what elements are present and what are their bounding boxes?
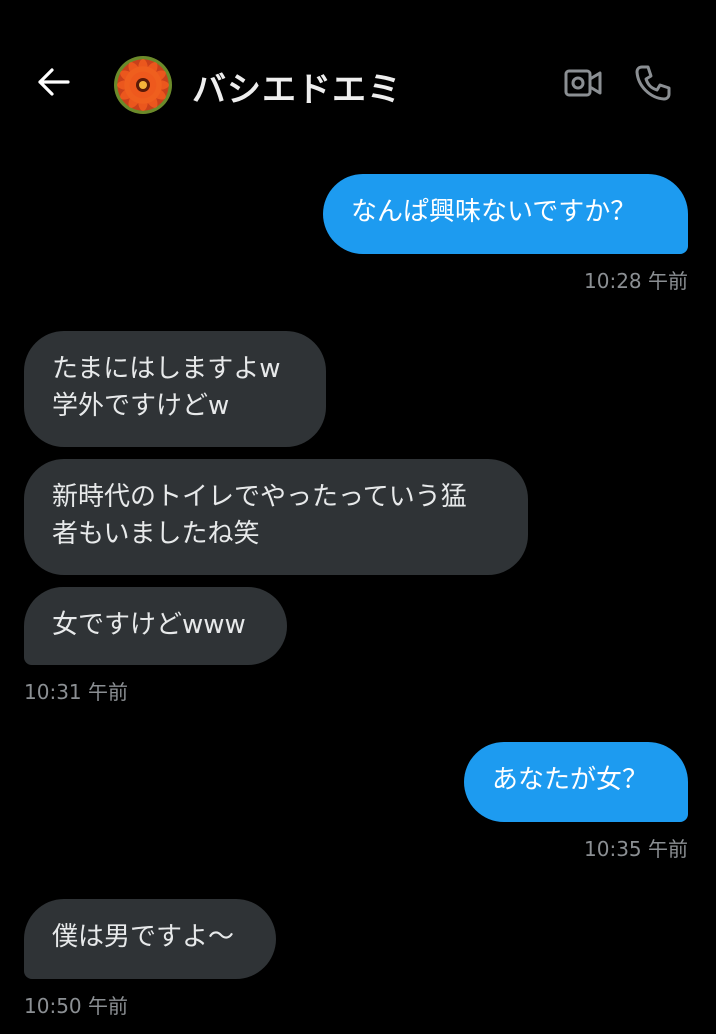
voice-call-button[interactable] [632, 62, 674, 104]
message-timestamp: 10:50 午前 [24, 994, 128, 1018]
message-timestamp: 10:31 午前 [24, 680, 128, 704]
message-bubble-sent[interactable]: なんぱ興味ないですか？ [323, 174, 688, 254]
avatar[interactable] [114, 56, 172, 114]
phone-icon [635, 65, 671, 101]
message-bubble-sent[interactable]: あなたが女？ [464, 742, 688, 822]
message-bubble-received[interactable]: たまにはしますよw 学外ですけどw [24, 331, 326, 447]
message-timestamp: 10:28 午前 [584, 269, 688, 293]
message-bubble-received[interactable]: 新時代のトイレでやったっていう猛 者もいましたね笑 [24, 459, 528, 575]
flower-avatar-image [117, 59, 169, 111]
video-call-button[interactable] [562, 62, 604, 104]
chat-header: バシエドエミ [0, 0, 716, 170]
contact-name[interactable]: バシエドエミ [192, 62, 402, 111]
back-button[interactable] [34, 62, 74, 102]
message-bubble-received[interactable]: 女ですけどwww [24, 587, 287, 665]
video-call-icon [564, 69, 602, 97]
message-timestamp: 10:35 午前 [584, 837, 688, 861]
back-arrow-icon [38, 68, 70, 96]
message-bubble-received[interactable]: 僕は男ですよ〜 [24, 899, 276, 979]
